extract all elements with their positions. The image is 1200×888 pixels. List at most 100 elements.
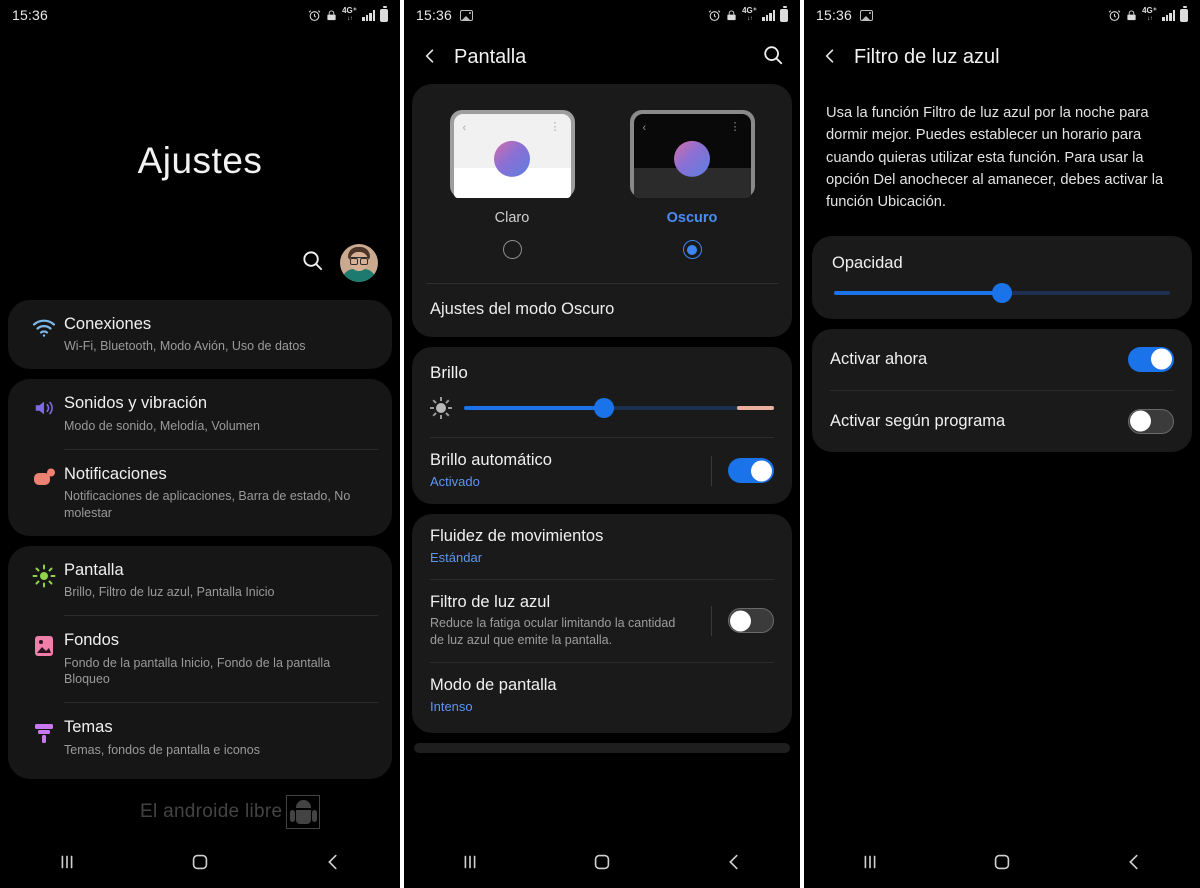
divider [711, 455, 712, 486]
item-title: Filtro de luz azul [430, 593, 551, 612]
item-subtitle: Brillo, Filtro de luz azul, Pantalla Ini… [64, 585, 275, 600]
item-title: Pantalla [64, 560, 124, 579]
page-title: Filtro de luz azul [854, 45, 1000, 68]
screen-lock-icon [726, 9, 737, 22]
dark-mode-settings-link[interactable]: Ajustes del modo Oscuro [412, 284, 792, 337]
dark-theme-preview: ‹ ⋮ [629, 110, 755, 198]
item-value: Estándar [430, 549, 483, 565]
item-status: Activado [430, 474, 480, 489]
preview-overflow-icon: ⋮ [549, 121, 561, 133]
recents-icon[interactable] [56, 851, 78, 878]
navigation-bar [0, 840, 400, 888]
item-text: Notificaciones Notificaciones de aplicac… [64, 464, 376, 522]
image-icon [860, 9, 874, 21]
item-title: Modo de pantalla [430, 675, 557, 694]
item-title: Fondos [64, 631, 120, 650]
navigation-bar [804, 840, 1200, 888]
status-bar: 15:36 4G⁺ ↓↑ [804, 0, 1200, 30]
brightness-slider-row [412, 383, 792, 437]
back-icon[interactable] [1123, 851, 1145, 878]
motion-smoothness-row[interactable]: Fluidez de movimientos Estándar [412, 514, 792, 580]
opacity-slider-row [812, 273, 1192, 319]
theme-radio-dark[interactable] [682, 240, 702, 259]
opacity-slider[interactable] [834, 282, 1170, 303]
theme-mode-card: ‹ ⋮ Claro ‹ ⋮ Oscuro Ajustes del modo Os… [412, 84, 792, 337]
battery-icon [780, 6, 788, 22]
avatar[interactable] [340, 244, 378, 282]
item-text: Fluidez de movimientos Estándar [430, 527, 774, 567]
back-chevron-icon[interactable] [820, 42, 854, 73]
item-title: Temas [64, 718, 113, 737]
item-text: Fondos Fondo de la pantalla Inicio, Fond… [64, 630, 376, 688]
item-title: Brillo automático [430, 451, 552, 469]
brightness-icon [24, 560, 64, 588]
brightness-low-icon [430, 397, 452, 419]
sidebar-item-notificaciones[interactable]: Notificaciones Notificaciones de aplicac… [8, 450, 392, 536]
turn-on-now-toggle[interactable] [1128, 346, 1174, 372]
battery-icon [380, 6, 388, 22]
theme-label-dark: Oscuro [666, 210, 718, 226]
item-subtitle: Modo de sonido, Melodía, Volumen [64, 418, 260, 433]
screen-lock-icon [326, 9, 337, 22]
item-text: Modo de pantalla Intenso [430, 676, 774, 716]
search-icon[interactable] [762, 44, 784, 71]
item-title: Activar ahora [830, 349, 928, 368]
home-icon[interactable] [591, 851, 613, 878]
item-subtitle: Fondo de la pantalla Inicio, Fondo de la… [64, 655, 331, 687]
item-title: Fluidez de movimientos [430, 526, 604, 545]
sidebar-item-conexiones[interactable]: Conexiones Wi-Fi, Bluetooth, Modo Avión,… [8, 300, 392, 369]
recents-icon[interactable] [459, 851, 481, 878]
turn-on-as-scheduled-row[interactable]: Activar según programa [812, 391, 1192, 452]
status-bar: 15:36 4G⁺ ↓↑ [0, 0, 400, 30]
page-title: Pantalla [454, 45, 527, 68]
signal-bars-icon [762, 9, 775, 21]
recents-icon[interactable] [859, 851, 881, 878]
sidebar-item-temas[interactable]: Temas Temas, fondos de pantalla e iconos [8, 703, 392, 778]
brightness-slider[interactable] [464, 398, 774, 418]
alarm-icon [308, 9, 321, 22]
item-title: Activar según programa [830, 411, 1006, 430]
search-icon[interactable] [301, 249, 324, 277]
screen-mode-row[interactable]: Modo de pantalla Intenso [412, 663, 792, 734]
panel-settings-home: 15:36 4G⁺ ↓↑ Ajustes Conexiones Wi-Fi, B… [0, 0, 400, 888]
back-icon[interactable] [322, 851, 344, 878]
status-bar-time: 15:36 [816, 7, 853, 23]
item-text: Temas Temas, fondos de pantalla e iconos [64, 717, 376, 758]
status-bar-icons: 4G⁺ ↓↑ [708, 6, 788, 23]
turn-on-now-row[interactable]: Activar ahora [812, 329, 1192, 390]
sidebar-item-fondos[interactable]: Fondos Fondo de la pantalla Inicio, Fond… [8, 616, 392, 702]
item-subtitle: Temas, fondos de pantalla e iconos [64, 742, 260, 757]
brightness-title: Brillo [430, 363, 468, 382]
back-chevron-icon[interactable] [420, 42, 454, 73]
sidebar-item-pantalla[interactable]: Pantalla Brillo, Filtro de luz azul, Pan… [8, 546, 392, 615]
auto-brightness-row[interactable]: Brillo automático Activado [412, 438, 792, 504]
item-text: Brillo automático Activado [430, 451, 711, 491]
theme-radio-light[interactable] [502, 240, 522, 259]
wallpaper-icon [24, 630, 64, 658]
item-value: Intenso [430, 698, 473, 714]
auto-brightness-toggle[interactable] [728, 458, 774, 484]
blue-light-filter-row[interactable]: Filtro de luz azul Reduce la fatiga ocul… [412, 580, 792, 662]
status-bar-icons: 4G⁺ ↓↑ [1108, 6, 1188, 23]
sidebar-item-sonidos-y-vibracion[interactable]: Sonidos y vibración Modo de sonido, Melo… [8, 379, 392, 448]
blue-light-filter-toggle[interactable] [728, 608, 774, 634]
scroll-indicator[interactable] [414, 743, 790, 754]
item-title: Conexiones [64, 315, 152, 333]
panel-blue-light-filter: 15:36 4G⁺ ↓↑ Filtro de luz azul Usa la fu… [800, 0, 1200, 888]
home-actions [0, 244, 400, 282]
theme-option-dark[interactable]: ‹ ⋮ Oscuro [622, 110, 762, 259]
theme-label-light: Claro [494, 210, 530, 226]
back-icon[interactable] [723, 851, 745, 878]
settings-group-display: Pantalla Brillo, Filtro de luz azul, Pan… [8, 545, 392, 779]
theme-option-light[interactable]: ‹ ⋮ Claro [442, 110, 582, 259]
android-robot-icon [286, 795, 321, 829]
notification-icon [24, 464, 64, 488]
item-subtitle: Wi-Fi, Bluetooth, Modo Avión, Uso de dat… [64, 339, 306, 354]
item-subtitle: Reduce la fatiga ocular limitando la can… [430, 616, 676, 647]
turn-on-as-scheduled-toggle[interactable] [1128, 408, 1174, 434]
home-icon[interactable] [991, 851, 1013, 878]
home-icon[interactable] [189, 851, 211, 878]
status-bar: 15:36 4G⁺ ↓↑ [404, 0, 800, 30]
status-bar-icons: 4G⁺ ↓↑ [308, 6, 388, 23]
preview-back-chevron-icon: ‹ [642, 122, 647, 134]
